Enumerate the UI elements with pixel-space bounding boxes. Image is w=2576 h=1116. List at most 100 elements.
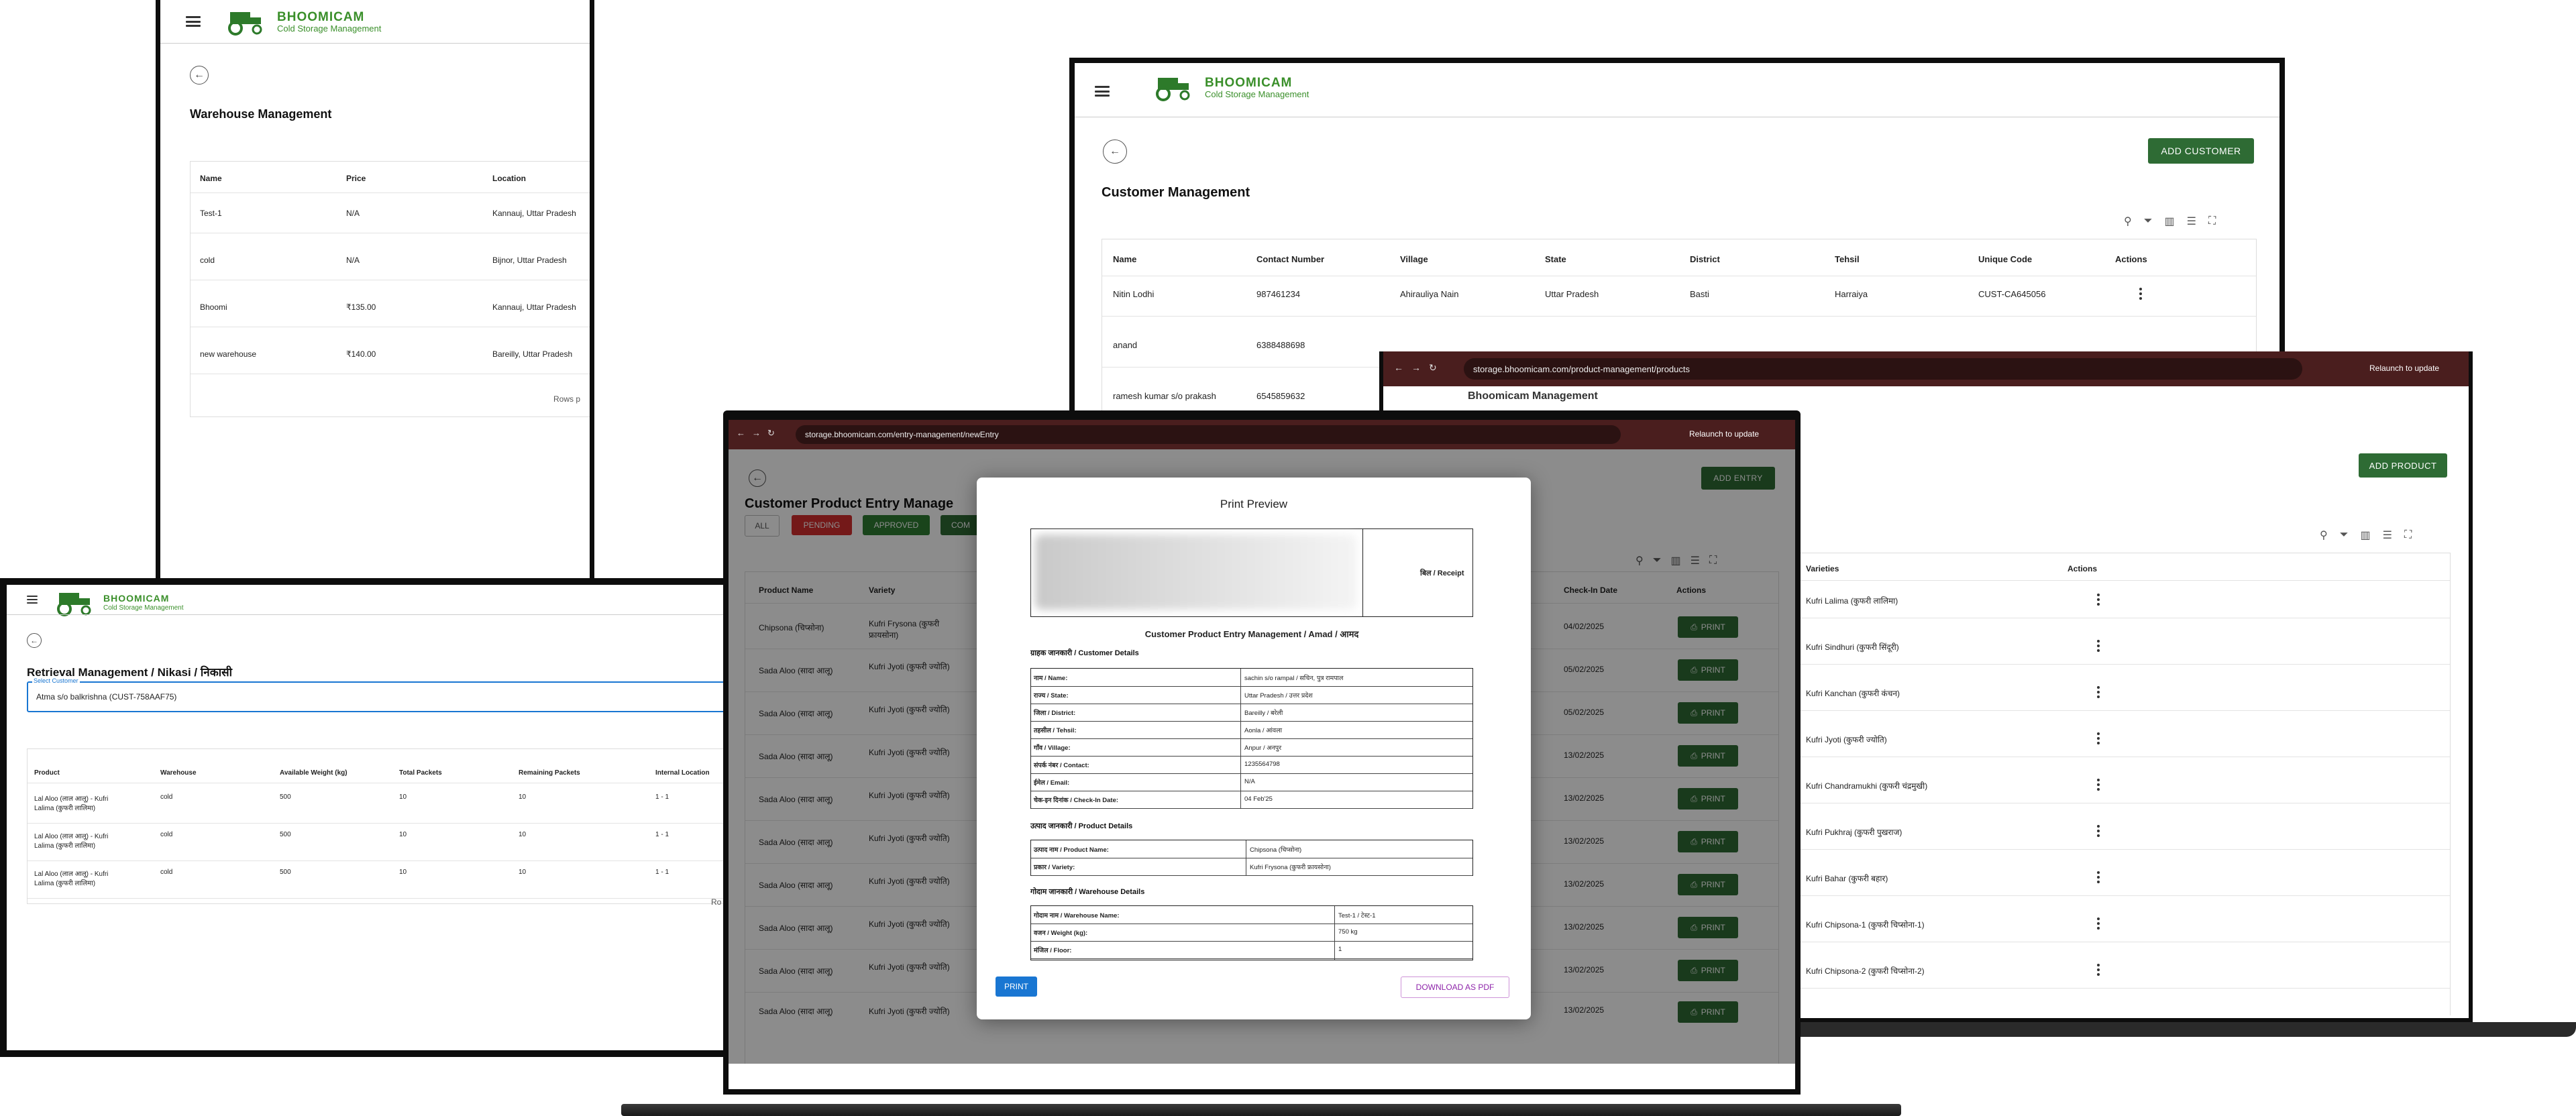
tractor-logo-icon [228,12,262,36]
column-header[interactable]: Available Weight (kg) [280,769,347,777]
column-header[interactable]: Actions [2068,564,2097,573]
column-header[interactable]: Village [1400,254,1428,264]
table-cell: 10 [519,831,527,838]
filter-icon[interactable]: ⏷ [2340,529,2349,541]
column-header[interactable]: State [1545,254,1566,264]
density-icon[interactable]: ☰ [2187,215,2196,228]
column-header[interactable]: Varieties [1806,564,1839,573]
more-actions-icon[interactable] [2097,686,2100,698]
table-cell: N/A [346,256,360,265]
detail-label: संपर्क नंबर / Contact: [1034,762,1089,769]
column-header[interactable]: Product [34,769,60,777]
relaunch-button[interactable]: Relaunch to update [2369,364,2439,373]
detail-label: गाँव / Village: [1034,744,1071,752]
column-header[interactable]: Price [346,174,366,183]
column-header[interactable]: Total Packets [399,769,442,777]
menu-icon[interactable] [186,16,201,27]
row-divider [1779,664,2450,665]
blurred-logo-area [1035,535,1357,610]
relaunch-button[interactable]: Relaunch to update [1689,429,1759,439]
table-cell: new warehouse [200,349,257,359]
column-header[interactable]: Remaining Packets [519,769,580,777]
warehouse-details-table: गोदाम नाम / Warehouse Name: Test-1 / टेस्… [1030,905,1473,960]
more-actions-icon[interactable] [2097,825,2100,837]
fullscreen-icon[interactable]: ⛶ [2404,529,2412,541]
print-dialog-button[interactable]: PRINT [996,976,1037,997]
column-header[interactable]: Warehouse [160,769,197,777]
back-button[interactable]: ← [190,66,209,85]
rows-per-page-label: Rows p [553,394,581,404]
variety-cell: Kufri Lalima (कुफरी लालिमा) [1806,596,1898,606]
detail-row: ईमेल / Email: N/A [1031,773,1472,791]
browser-toolbar: ←→↻ storage.bhoomicam.com/entry-manageme… [729,420,1795,449]
warehouse-section-title: गोदाम जानकारी / Warehouse Details [1030,888,1145,896]
detail-row: प्रकार / Variety: Kufri Frysona (कुफरी फ्… [1031,858,1472,876]
table-cell: 10 [519,793,527,801]
variety-cell: Kufri Bahar (कुफरी बहार) [1806,874,1888,883]
tractor-logo-icon [1156,78,1190,101]
back-button[interactable]: ← [1103,140,1127,164]
variety-cell: Kufri Chandramukhi (कुफरी चंद्रमुखी) [1806,781,1928,791]
detail-label: राज्य / State: [1034,692,1069,700]
detail-value: 750 kg [1338,928,1358,936]
table-cell: Nitin Lodhi [1113,289,1155,299]
density-icon[interactable]: ☰ [2383,528,2392,542]
detail-label: नाम / Name: [1034,675,1068,682]
table-cell: ramesh kumar s/o prakash [1113,391,1216,401]
more-actions-icon[interactable] [2097,871,2100,883]
row-divider [28,860,731,861]
add-product-button[interactable]: ADD PRODUCT [2359,453,2447,478]
more-actions-icon[interactable] [2139,288,2142,300]
detail-value: Aonla / आंवला [1244,727,1283,734]
column-header[interactable]: Internal Location [655,769,710,777]
menu-icon[interactable] [1095,86,1110,97]
table-cell: Harraiya [1835,289,1868,299]
column-header[interactable]: Name [1113,254,1136,264]
search-icon[interactable]: ⚲ [2124,215,2132,228]
brand-logo: BHOOMICAM Cold Storage Management [225,8,381,36]
more-actions-icon[interactable] [2097,732,2100,744]
fullscreen-icon[interactable]: ⛶ [2208,215,2216,227]
add-customer-button[interactable]: ADD CUSTOMER [2148,138,2254,164]
column-header[interactable]: Location [492,174,526,183]
back-button[interactable]: ← [27,633,42,648]
table-cell: cold [160,869,173,876]
detail-row: जिला / District: Bareilly / बरेली [1031,704,1472,722]
detail-value: Chipsona (चिप्सोना) [1250,846,1302,854]
row-divider [1779,988,2450,989]
address-bar[interactable]: storage.bhoomicam.com/product-management… [1464,358,2302,380]
more-actions-icon[interactable] [2097,964,2100,976]
menu-icon[interactable] [27,596,38,604]
column-divider [1240,669,1241,808]
table-cell: Bhoomi [200,302,227,312]
download-pdf-button[interactable]: DOWNLOAD AS PDF [1401,976,1509,998]
search-icon[interactable]: ⚲ [2320,528,2328,542]
column-header[interactable]: District [1690,254,1720,264]
column-header[interactable]: Unique Code [1978,254,2032,264]
column-header[interactable]: Contact Number [1256,254,1324,264]
detail-label: गोदाम नाम / Warehouse Name: [1034,912,1120,919]
customer-select[interactable]: Select Customer Atma s/o balkrishna (CUS… [27,677,731,712]
detail-value: 1235564798 [1244,761,1280,768]
more-actions-icon[interactable] [2097,640,2100,652]
retrieval-table: Product Warehouse Available Weight (kg) Tot… [27,748,731,904]
more-actions-icon[interactable] [2097,917,2100,930]
detail-label: ईमेल / Email: [1034,779,1070,787]
table-cell: ₹135.00 [346,302,376,312]
filter-icon[interactable]: ⏷ [2144,215,2153,227]
detail-value: Anpur / अनपुर [1244,744,1282,752]
variety-cell: Kufri Chipsona-1 (कुफरी चिप्सोना-1) [1806,920,1925,930]
table-cell: Bareilly, Uttar Pradesh [492,349,573,359]
more-actions-icon[interactable] [2097,594,2100,606]
columns-icon[interactable]: ▥ [2361,528,2371,542]
table-cell: Lal Aloo (लाल आलू) - Kufri Lalima (कुफरी… [34,871,109,887]
address-bar[interactable]: storage.bhoomicam.com/entry-management/n… [796,425,1621,444]
detail-value: Kufri Frysona (कुफरी फ्रायसोना) [1250,864,1331,871]
table-cell: 1 - 1 [655,793,669,801]
columns-icon[interactable]: ▥ [2165,215,2175,228]
column-header[interactable]: Tehsil [1835,254,1860,264]
more-actions-icon[interactable] [2097,779,2100,791]
column-header[interactable]: Actions [2115,254,2147,264]
column-header[interactable]: Name [200,174,222,183]
detail-row: गोदाम नाम / Warehouse Name: Test-1 / टेस्… [1031,906,1472,924]
